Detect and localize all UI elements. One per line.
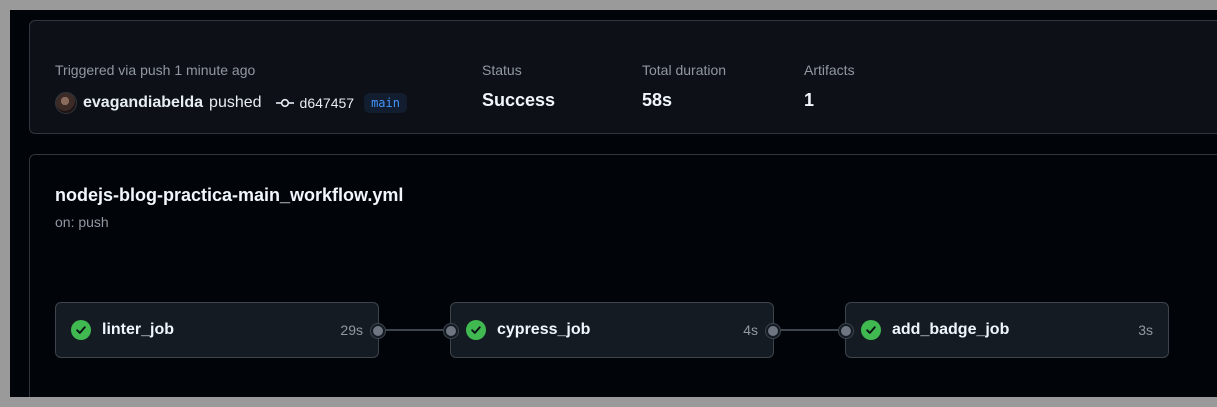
duration-stat: Total duration 58s bbox=[642, 62, 726, 111]
success-check-icon bbox=[71, 320, 91, 340]
job-name: cypress_job bbox=[497, 321, 591, 338]
job-card-linter[interactable]: linter_job 29s bbox=[55, 302, 385, 358]
artifacts-label: Artifacts bbox=[804, 62, 855, 78]
workflow-file-name[interactable]: nodejs-blog-practica-main_workflow.yml bbox=[55, 185, 403, 206]
output-port bbox=[766, 324, 780, 338]
job-card-add-badge[interactable]: add_badge_job 3s bbox=[839, 302, 1169, 358]
commit-sha-link[interactable]: d647457 bbox=[300, 95, 355, 111]
run-summary-panel: Triggered via push 1 minute ago evagandi… bbox=[29, 20, 1217, 134]
action-text: pushed bbox=[209, 94, 262, 111]
workflow-trigger: on: push bbox=[55, 214, 109, 230]
artifacts-value[interactable]: 1 bbox=[804, 90, 855, 111]
input-port bbox=[839, 324, 853, 338]
job-card-cypress[interactable]: cypress_job 4s bbox=[444, 302, 780, 358]
duration-value: 58s bbox=[642, 90, 673, 110]
branch-badge[interactable]: main bbox=[364, 93, 407, 113]
output-port bbox=[371, 324, 385, 338]
job-connector bbox=[385, 329, 449, 331]
artifacts-stat: Artifacts 1 bbox=[804, 62, 855, 111]
job-duration: 29s bbox=[340, 322, 363, 338]
success-check-icon bbox=[861, 320, 881, 340]
duration-label: Total duration bbox=[642, 62, 727, 78]
git-commit-icon bbox=[275, 97, 294, 109]
user-link[interactable]: evagandiabelda bbox=[83, 94, 203, 112]
job-duration: 4s bbox=[743, 322, 758, 338]
job-duration: 3s bbox=[1138, 322, 1153, 338]
input-port bbox=[444, 324, 458, 338]
avatar[interactable] bbox=[55, 92, 77, 114]
trigger-details: evagandiabelda pushed d647457 main bbox=[55, 92, 407, 114]
job-connector bbox=[780, 329, 844, 331]
status-label: Status bbox=[482, 62, 522, 78]
trigger-label: Triggered via push 1 minute ago bbox=[55, 62, 256, 78]
job-name: add_badge_job bbox=[892, 321, 1010, 338]
status-stat: Status Success bbox=[482, 62, 555, 111]
workflow-run-page: Triggered via push 1 minute ago evagandi… bbox=[10, 10, 1217, 397]
workflow-graph-panel: nodejs-blog-practica-main_workflow.yml o… bbox=[29, 154, 1217, 397]
job-name: linter_job bbox=[102, 321, 175, 338]
status-value: Success bbox=[482, 90, 556, 110]
success-check-icon bbox=[466, 320, 486, 340]
